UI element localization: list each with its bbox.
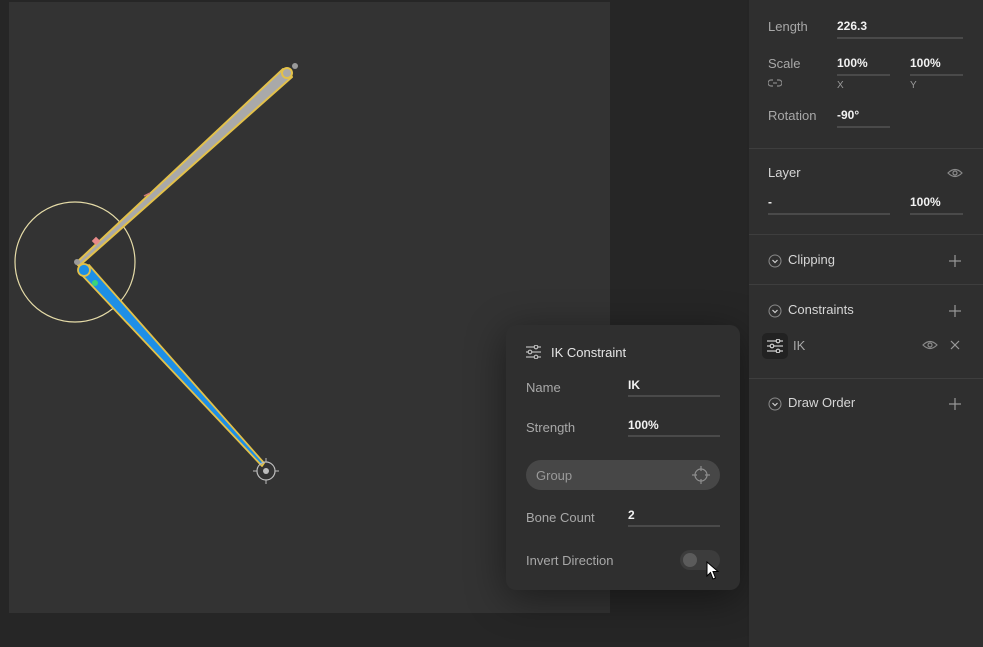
layer-opacity-input[interactable]: 100% [910,195,963,215]
upper-bone[interactable] [75,68,293,267]
crosshair-icon[interactable] [692,466,710,484]
plus-icon[interactable] [948,254,962,268]
upper-bone-end-handle[interactable] [292,63,298,69]
invert-direction-label: Invert Direction [526,552,614,568]
bone-count-label: Bone Count [526,509,595,525]
strength-row: Strength 100% [526,415,720,439]
group-target-field[interactable]: Group [526,460,720,490]
name-row: Name IK [526,375,720,399]
ik-constraint-popup: IK Constraint Name IK Strength 100% Grou… [506,325,740,590]
properties-panel: Length 226.3 Scale 100% 100% X Y Rotatio… [749,0,983,647]
lower-bone[interactable] [79,264,265,467]
eye-icon[interactable] [922,340,938,350]
name-label: Name [526,379,561,395]
bone-count-input[interactable]: 2 [628,508,720,527]
upper-bone-tip[interactable] [281,67,293,79]
constraint-item-ik[interactable]: IK [793,338,805,353]
link-icon[interactable] [768,78,782,88]
scale-label: Scale [768,56,801,71]
divider [749,378,983,379]
chevron-down-icon[interactable] [768,304,782,318]
divider [749,234,983,235]
scale-y-label: Y [910,80,917,91]
sliders-icon [526,345,541,359]
invert-direction-row: Invert Direction [526,548,720,572]
lower-bone-base[interactable] [77,263,91,277]
scale-x-label: X [837,80,844,91]
lower-bone-weight-marker[interactable] [92,280,98,286]
chevron-down-icon[interactable] [768,254,782,268]
eye-icon[interactable] [947,168,963,178]
cursor-icon [706,561,720,580]
scale-x-input[interactable]: 100% [837,56,890,76]
toggle-knob [683,553,697,567]
rotation-label: Rotation [768,108,817,123]
clipping-title: Clipping [788,252,835,267]
scale-y-input[interactable]: 100% [910,56,963,76]
group-placeholder: Group [536,467,573,483]
plus-icon[interactable] [948,397,962,411]
close-icon[interactable] [950,340,960,350]
popup-header: IK Constraint [526,343,626,361]
draw-order-title: Draw Order [788,395,856,410]
plus-icon[interactable] [948,304,962,318]
ik-constraint-icon-box[interactable] [762,333,788,359]
chevron-down-icon[interactable] [768,397,782,411]
layer-name-input[interactable]: - [768,195,890,215]
sliders-icon [767,339,783,353]
bone-count-row: Bone Count 2 [526,505,720,529]
rotation-input[interactable]: -90° [837,108,890,128]
popup-title: IK Constraint [551,344,627,360]
divider [749,284,983,285]
constraints-title: Constraints [788,302,854,317]
name-input[interactable]: IK [628,378,720,397]
strength-label: Strength [526,419,576,435]
layer-title: Layer [768,165,801,180]
strength-input[interactable]: 100% [628,418,720,437]
root-joint[interactable] [74,259,80,265]
length-input[interactable]: 226.3 [837,19,963,39]
length-label: Length [768,19,808,34]
divider [749,148,983,149]
